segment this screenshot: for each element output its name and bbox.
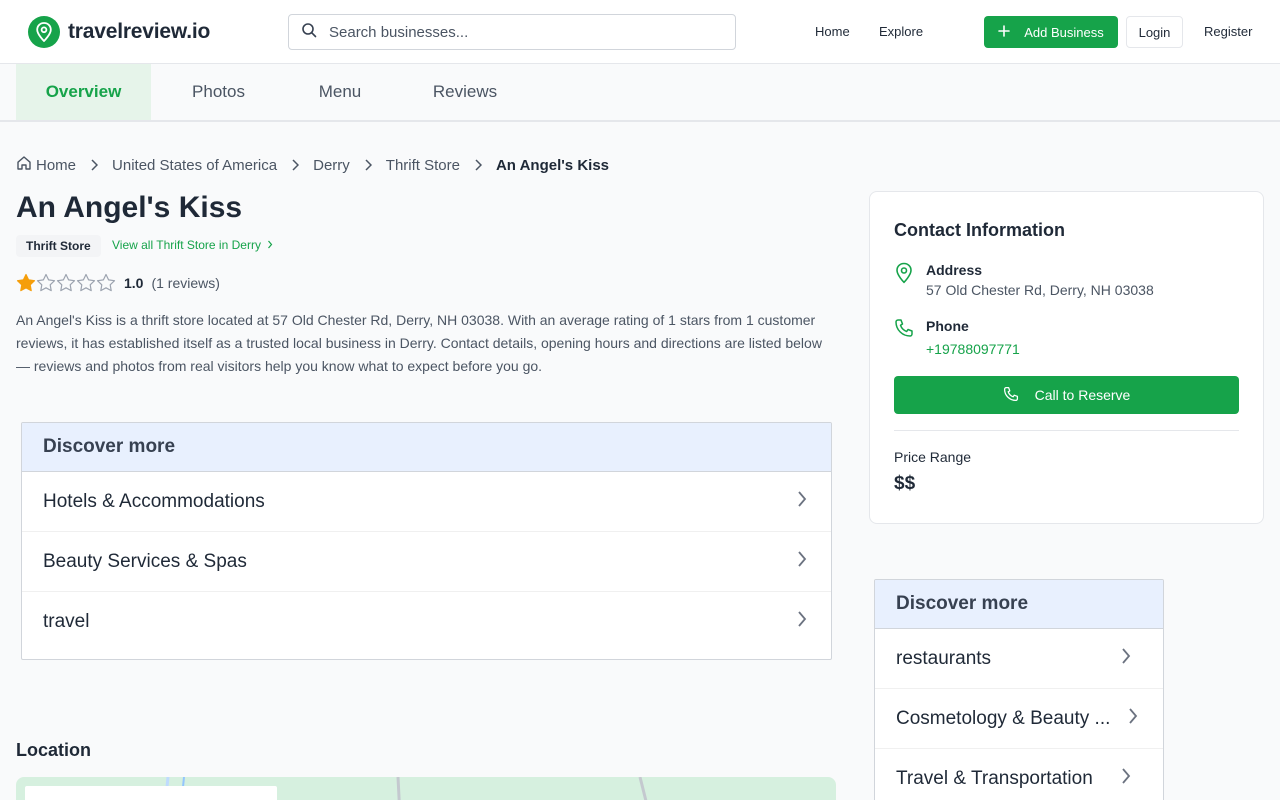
map-info-panel bbox=[25, 786, 277, 800]
chevron-right-icon bbox=[90, 159, 99, 171]
logo[interactable]: travelreview.io bbox=[28, 16, 210, 48]
phone-label: Phone bbox=[926, 318, 969, 334]
location-map[interactable] bbox=[16, 777, 836, 800]
contact-title: Contact Information bbox=[894, 220, 1065, 240]
star-empty-icon bbox=[96, 273, 116, 292]
chevron-right-icon bbox=[267, 238, 273, 252]
discover-more-title: Discover more bbox=[875, 580, 1163, 629]
review-count: (1 reviews) bbox=[151, 275, 220, 291]
nav-home-link[interactable]: Home bbox=[815, 24, 850, 39]
search-input[interactable] bbox=[329, 23, 709, 41]
chevron-right-icon bbox=[1121, 767, 1131, 791]
add-business-button[interactable]: Add Business bbox=[984, 16, 1118, 48]
price-range-value: $$ bbox=[894, 473, 916, 494]
chevron-right-icon bbox=[291, 159, 300, 171]
breadcrumb-current: An Angel's Kiss bbox=[495, 156, 610, 174]
chevron-right-icon bbox=[364, 159, 372, 171]
address-label: Address bbox=[926, 262, 983, 278]
star-filled-icon bbox=[16, 273, 36, 292]
location-pin-logo-icon bbox=[28, 16, 60, 48]
discover-item-label: travel bbox=[43, 611, 90, 632]
discover-item-label: Cosmetology & Beauty ... bbox=[896, 707, 1111, 729]
search-icon bbox=[301, 22, 317, 43]
login-button[interactable]: Login bbox=[1126, 16, 1183, 48]
chevron-right-icon bbox=[474, 159, 482, 171]
page-title: An Angel's Kiss bbox=[16, 191, 243, 224]
discover-more-main: Discover more Hotels & Accommodations Be… bbox=[21, 422, 832, 660]
star-empty-icon bbox=[36, 273, 56, 292]
tab-overview[interactable]: Overview bbox=[16, 64, 151, 120]
breadcrumb-home[interactable]: Home bbox=[16, 155, 76, 175]
category-badge: Thrift Store bbox=[16, 235, 101, 257]
rating: 1.0 (1 reviews) bbox=[16, 273, 220, 293]
logo-text: travelreview.io bbox=[68, 20, 211, 43]
chevron-right-icon bbox=[1128, 707, 1138, 731]
phone-icon bbox=[894, 318, 914, 343]
search-box[interactable] bbox=[288, 14, 736, 50]
chevron-right-icon bbox=[797, 490, 807, 514]
discover-item-label: restaurants bbox=[896, 647, 992, 669]
discover-more-title: Discover more bbox=[22, 423, 831, 472]
discover-item[interactable]: travel bbox=[22, 592, 831, 652]
price-range-label: Price Range bbox=[894, 449, 972, 465]
breadcrumb-home-label: Home bbox=[36, 156, 77, 174]
tab-bar: Overview Photos Menu Reviews bbox=[0, 64, 1280, 122]
discover-item[interactable]: Hotels & Accommodations bbox=[22, 472, 831, 532]
discover-item[interactable]: restaurants bbox=[875, 629, 1163, 689]
address-value: 57 Old Chester Rd, Derry, NH 03038 bbox=[926, 282, 1154, 298]
discover-item-label: Hotels & Accommodations bbox=[43, 490, 265, 512]
star-empty-icon bbox=[56, 273, 76, 292]
view-all-label: View all Thrift Store in Derry bbox=[112, 238, 261, 252]
phone-link[interactable]: +19788097771 bbox=[926, 341, 1020, 357]
breadcrumb: Home United States of America Derry Thri… bbox=[16, 155, 609, 175]
breadcrumb-city[interactable]: Derry bbox=[313, 157, 350, 174]
top-header: travelreview.io Home Explore Add Busines… bbox=[0, 0, 1280, 64]
chevron-right-icon bbox=[797, 610, 807, 634]
call-button-label: Call to Reserve bbox=[1034, 387, 1131, 403]
discover-item[interactable]: Travel & Transportation bbox=[875, 749, 1163, 800]
discover-item[interactable]: Beauty Services & Spas bbox=[22, 532, 831, 592]
phone-icon bbox=[1003, 386, 1019, 405]
star-rating bbox=[16, 273, 116, 293]
discover-item-label: Travel & Transportation bbox=[896, 768, 1093, 789]
chevron-right-icon bbox=[1121, 647, 1131, 671]
location-heading: Location bbox=[16, 740, 91, 760]
call-to-reserve-button[interactable]: Call to Reserve bbox=[894, 376, 1239, 414]
location-pin-icon bbox=[894, 262, 914, 289]
discover-item-label: Beauty Services & Spas bbox=[43, 550, 247, 572]
register-link[interactable]: Register bbox=[1204, 24, 1252, 39]
contact-card: Contact Information Address 57 Old Chest… bbox=[869, 191, 1264, 524]
tab-reviews[interactable]: Reviews bbox=[394, 64, 536, 120]
breadcrumb-category[interactable]: Thrift Store bbox=[386, 157, 460, 174]
nav-explore-link[interactable]: Explore bbox=[879, 24, 923, 39]
add-business-label: Add Business bbox=[1024, 24, 1104, 40]
business-description: An Angel's Kiss is a thrift store locate… bbox=[16, 312, 822, 374]
tab-menu[interactable]: Menu bbox=[286, 64, 394, 120]
plus-icon bbox=[998, 24, 1011, 40]
divider bbox=[894, 430, 1239, 431]
tab-photos[interactable]: Photos bbox=[151, 64, 286, 120]
view-all-category-link[interactable]: View all Thrift Store in Derry bbox=[112, 238, 273, 252]
discover-item[interactable]: Cosmetology & Beauty ... bbox=[875, 689, 1163, 749]
star-empty-icon bbox=[76, 273, 96, 292]
home-icon bbox=[16, 155, 32, 175]
discover-more-sidebar: Discover more restaurants Cosmetology & … bbox=[874, 579, 1164, 800]
rating-value: 1.0 bbox=[124, 275, 144, 291]
chevron-right-icon bbox=[797, 550, 807, 574]
breadcrumb-country[interactable]: United States of America bbox=[112, 157, 277, 174]
